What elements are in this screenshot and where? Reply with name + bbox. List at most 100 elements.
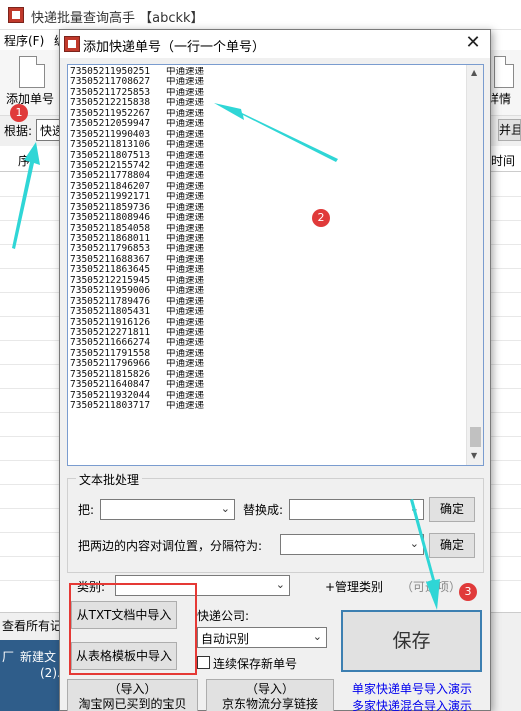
tracking-number: 73505211807513 [70, 150, 151, 161]
tracking-number: 73505211959006 [70, 286, 151, 297]
step-badge-3: 3 [459, 583, 477, 601]
tracking-row: 73505212215945 中通速递 [70, 276, 466, 286]
main-window-title: 快递批量查询高手 【abckk】 [31, 11, 204, 26]
desktop-taskbar: 厂 新建文 (2). [0, 640, 61, 711]
separator-select[interactable]: ⌄ [280, 534, 424, 555]
tracking-row: 73505211805431 中通速递 [70, 307, 466, 317]
tracking-number: 73505211854058 [70, 223, 151, 234]
confirm-swap-button[interactable]: 确定 [429, 533, 475, 558]
tracking-number-textarea[interactable]: 73505211950251 中通速递 73505211708627 中通速递 7350… [67, 64, 484, 466]
replace-from-label: 把: [78, 503, 95, 517]
mixed-import-demo-link[interactable]: 多家快递混合导入演示 [352, 697, 472, 711]
tracking-number: 73505211992171 [70, 192, 151, 203]
tracking-number: 73505211868011 [70, 234, 151, 244]
document-icon [19, 56, 45, 88]
import-taobao-bottom: 淘宝网已买到的宝贝 [78, 697, 187, 711]
carrier-name: 中通速递 [166, 171, 205, 182]
carrier-name: 中通速递 [166, 265, 205, 276]
carrier-name: 中通速递 [166, 286, 205, 297]
keep-saving-checkbox[interactable] [197, 656, 210, 669]
details-button[interactable]: 详情 [487, 54, 521, 110]
tracking-row: 73505211932044 中通速递 [70, 391, 466, 401]
tracking-row: 73505212155742 中通速递 [70, 161, 466, 171]
carrier-name: 中通速递 [166, 119, 205, 130]
scroll-thumb[interactable] [470, 427, 481, 447]
carrier-name: 中通速递 [166, 223, 205, 234]
and-button-label: 并且 [499, 123, 521, 137]
list-scrollbar[interactable]: ▲ ▼ [466, 65, 483, 465]
scroll-up-icon[interactable]: ▲ [471, 68, 477, 77]
tracking-row: 73505211807513 中通速递 [70, 151, 466, 161]
manage-category-link[interactable]: +管理类别 [325, 578, 383, 595]
tracking-number: 73505211863645 [70, 265, 151, 276]
carrier-name: 中通速递 [166, 338, 205, 349]
close-icon[interactable]: ✕ [456, 30, 490, 58]
filter-label: 根据: [4, 124, 33, 138]
tracking-row: 73505211859736 中通速递 [70, 203, 466, 213]
tracking-number: 73505211950251 [70, 67, 151, 77]
carrier-name: 中通速递 [166, 327, 205, 338]
chevron-down-icon: ⌄ [275, 578, 285, 591]
tracking-number: 73505211666274 [70, 338, 151, 349]
tracking-row: 73505211916126 中通速递 [70, 318, 466, 328]
single-import-demo-link[interactable]: 单家快递单号导入演示 [352, 680, 472, 697]
tracking-number: 73505212271811 [70, 327, 151, 338]
tracking-row: 73505211803717 中通速递 [70, 401, 466, 411]
carrier-name: 中通速递 [166, 213, 205, 224]
details-icon [494, 56, 514, 88]
carrier-name: 中通速递 [166, 359, 205, 370]
optional-hint: （可选项） [401, 580, 462, 594]
carrier-name: 中通速递 [166, 390, 205, 401]
carrier-name: 中通速递 [166, 348, 205, 359]
tracking-number: 73505211796853 [70, 244, 151, 255]
import-jd-button[interactable]: （导入） 京东物流分享链接 [206, 679, 334, 711]
courier-select[interactable]: 自动识别 ⌄ [197, 627, 327, 648]
step-badge-2: 2 [312, 209, 330, 227]
view-all-records-link[interactable]: 查看所有记 [2, 617, 62, 634]
taskbar-text-2[interactable]: 新建文 [20, 648, 56, 665]
tracking-row: 73505211992171 中通速递 [70, 192, 466, 202]
carrier-name: 中通速递 [166, 77, 205, 88]
col-time: 时间 [491, 154, 516, 168]
carrier-name: 中通速递 [166, 192, 205, 203]
save-button[interactable]: 保存 [341, 610, 482, 672]
carrier-name: 中通速递 [166, 369, 205, 380]
tracking-row: 73505211813106 中通速递 [70, 140, 466, 150]
import-taobao-button[interactable]: （导入） 淘宝网已买到的宝贝 [67, 679, 198, 711]
tracking-row: 73505211863645 中通速递 [70, 265, 466, 275]
carrier-name: 中通速递 [166, 275, 205, 286]
tracking-row: 73505211708627 中通速递 [70, 77, 466, 87]
add-tracking-button[interactable]: 添加单号 [6, 54, 58, 110]
confirm-replace-button[interactable]: 确定 [429, 497, 475, 522]
replace-from-select[interactable]: ⌄ [100, 499, 235, 520]
tracking-number: 73505211789476 [70, 296, 151, 307]
dialog-title: 添加快递单号（一行一个单号） [83, 40, 266, 55]
tracking-row: 73505211868011 中通速递 [70, 234, 466, 244]
tracking-row: 73505211778804 中通速递 [70, 171, 466, 181]
carrier-name: 中通速递 [166, 67, 205, 77]
tracking-number: 73505211808946 [70, 213, 151, 224]
tracking-row: 73505211791558 中通速递 [70, 349, 466, 359]
and-button[interactable]: 并且 [498, 119, 521, 141]
carrier-name: 中通速递 [166, 244, 205, 255]
carrier-name: 中通速递 [166, 140, 205, 151]
tracking-row: 73505211808946 中通速递 [70, 213, 466, 223]
tracking-number: 73505211952267 [70, 108, 151, 119]
tracking-row: 73505211846207 中通速递 [70, 182, 466, 192]
replace-to-select[interactable]: ⌄ [289, 499, 424, 520]
import-taobao-top: （导入） [108, 682, 157, 696]
tracking-number: 73505211725853 [70, 87, 151, 98]
tracking-number: 73505211932044 [70, 390, 151, 401]
tracking-number: 73505211805431 [70, 307, 151, 318]
carrier-name: 中通速递 [166, 87, 205, 98]
tracking-row: 73505211688367 中通速递 [70, 255, 466, 265]
scroll-down-icon[interactable]: ▼ [471, 451, 477, 460]
batch-process-group: 文本批处理 把: ⌄ 替换成: ⌄ 确定 把两边的内容对调位置，分隔符为: ⌄ … [67, 471, 484, 573]
menu-program[interactable]: 程序(F) [4, 32, 44, 49]
swap-separator-label: 把两边的内容对调位置，分隔符为: [78, 539, 263, 553]
tracking-row: 73505211796966 中通速递 [70, 359, 466, 369]
chevron-down-icon: ⌄ [312, 630, 322, 643]
dialog-title-bar: 添加快递单号（一行一个单号） ✕ [60, 30, 490, 58]
tracking-row: 73505211796853 中通速递 [70, 244, 466, 254]
carrier-name: 中通速递 [166, 150, 205, 161]
